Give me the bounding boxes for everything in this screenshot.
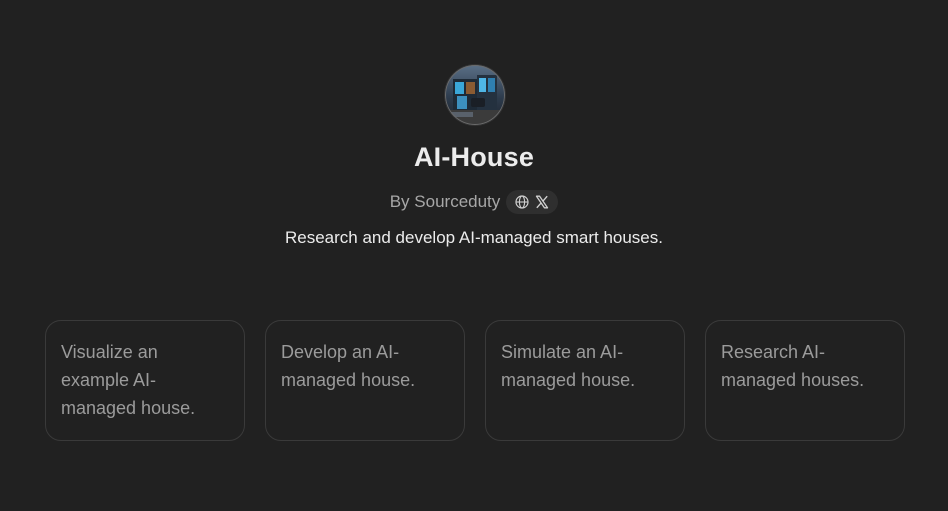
gpt-title: AI-House [413, 142, 535, 172]
globe-icon[interactable] [515, 195, 529, 209]
conversation-starters: Visualize an example AI-managed house. D… [45, 320, 905, 441]
gpt-avatar [445, 65, 505, 125]
starter-card[interactable]: Develop an AI-managed house. [265, 320, 465, 441]
author-row: By Sourceduty [0, 190, 948, 214]
gpt-landing: AI-House By Sourceduty Research and deve… [0, 0, 948, 511]
starter-card[interactable]: Research AI-managed houses. [705, 320, 905, 441]
x-logo-icon[interactable] [535, 195, 549, 209]
starter-card[interactable]: Simulate an AI-managed house. [485, 320, 685, 441]
author-label: By Sourceduty [389, 192, 501, 211]
starter-card[interactable]: Visualize an example AI-managed house. [45, 320, 245, 441]
gpt-description: Research and develop AI-managed smart ho… [284, 228, 663, 247]
house-avatar-image [445, 65, 505, 125]
social-links [506, 190, 559, 214]
